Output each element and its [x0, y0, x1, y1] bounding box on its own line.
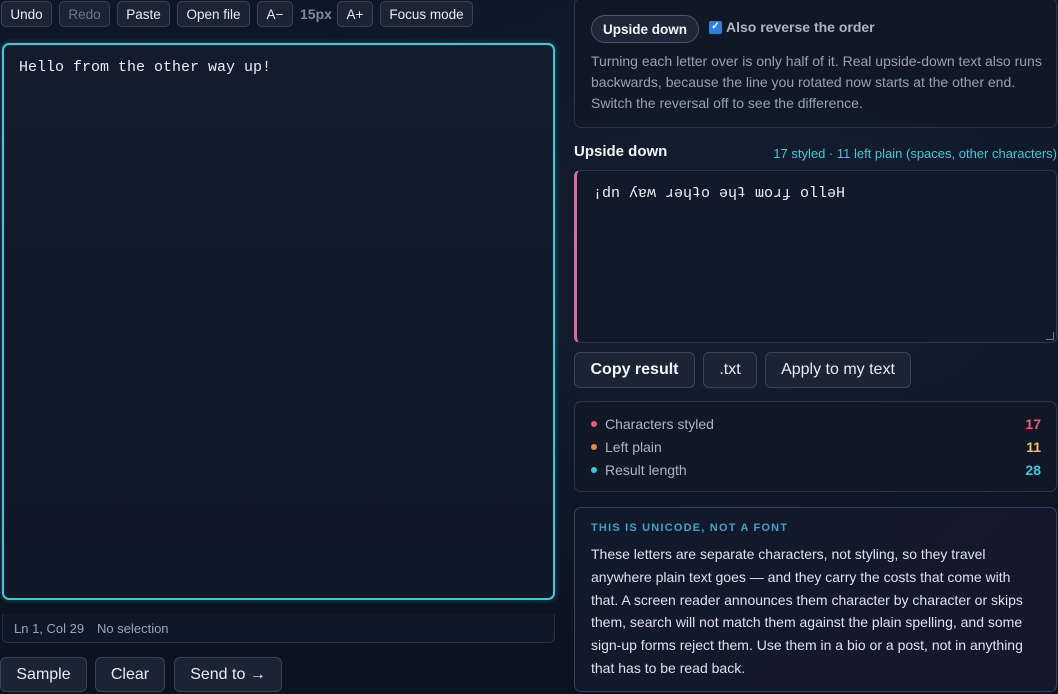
output-text: ¡dn ʎɐʍ ɹǝɥʇo ǝɥʇ ɯoɹɟ ollǝH	[593, 185, 846, 202]
mode-panel: Upside down ✓ Also reverse the order Tur…	[574, 0, 1057, 128]
stat-label: Left plain	[605, 439, 662, 455]
mode-description: Turning each letter over is only half of…	[591, 53, 1042, 111]
stat-row: Characters styled 17	[591, 414, 1041, 434]
editor-status-bar: Ln 1, Col 29 No selection	[2, 614, 555, 643]
selection-status: No selection	[97, 621, 169, 636]
note-heading: THIS IS UNICODE, NOT A FONT	[591, 522, 789, 534]
stat-row: Result length 28	[591, 460, 1041, 480]
sample-button[interactable]: Sample	[0, 657, 87, 692]
status-dot-icon	[591, 467, 597, 473]
clear-button[interactable]: Clear	[95, 657, 165, 692]
open-file-button[interactable]: Open file	[177, 1, 250, 27]
paste-button[interactable]: Paste	[117, 1, 170, 27]
focus-mode-button[interactable]: Focus mode	[380, 1, 473, 27]
upside-down-mode-button[interactable]: Upside down	[591, 15, 699, 43]
apply-to-text-button[interactable]: Apply to my text	[765, 352, 911, 388]
font-larger-button[interactable]: A+	[337, 1, 373, 27]
stat-label: Characters styled	[605, 416, 714, 432]
input-editor[interactable]: Hello from the other way up!	[2, 43, 555, 600]
reverse-order-toggle[interactable]: ✓ Also reverse the order	[709, 19, 875, 35]
resize-handle-icon[interactable]	[1046, 332, 1054, 340]
redo-button[interactable]: Redo	[59, 1, 110, 27]
stat-value: 28	[1025, 462, 1041, 478]
unicode-note-panel: THIS IS UNICODE, NOT A FONT These letter…	[574, 507, 1057, 692]
download-txt-button[interactable]: .txt	[703, 352, 757, 388]
font-smaller-button[interactable]: A−	[257, 1, 293, 27]
status-dot-icon	[591, 421, 597, 427]
status-dot-icon	[591, 444, 597, 450]
checkbox-checked-icon[interactable]: ✓	[709, 20, 722, 34]
output-title: Upside down	[574, 143, 668, 160]
cursor-position: Ln 1, Col 29	[14, 621, 85, 636]
send-to-button[interactable]: Send to →	[174, 657, 282, 692]
reverse-order-label: Also reverse the order	[726, 19, 875, 35]
output-textarea[interactable]: ¡dn ʎɐʍ ɹǝɥʇo ǝɥʇ ɯoɹɟ ollǝH	[574, 170, 1057, 343]
stat-value: 17	[1025, 416, 1041, 432]
stats-panel: Characters styled 17 Left plain 11 Resul…	[574, 401, 1057, 492]
font-size-readout: 15px	[300, 6, 332, 22]
stat-value: 11	[1026, 439, 1041, 455]
note-body: These letters are separate characters, n…	[591, 546, 1023, 676]
stat-row: Left plain 11	[591, 437, 1041, 457]
editor-text: Hello from the other way up!	[19, 59, 272, 76]
copy-result-button[interactable]: Copy result	[574, 352, 695, 388]
output-summary: 17 styled · 11 left plain (spaces, other…	[773, 146, 1057, 161]
undo-button[interactable]: Undo	[1, 1, 52, 27]
stat-label: Result length	[605, 462, 687, 478]
